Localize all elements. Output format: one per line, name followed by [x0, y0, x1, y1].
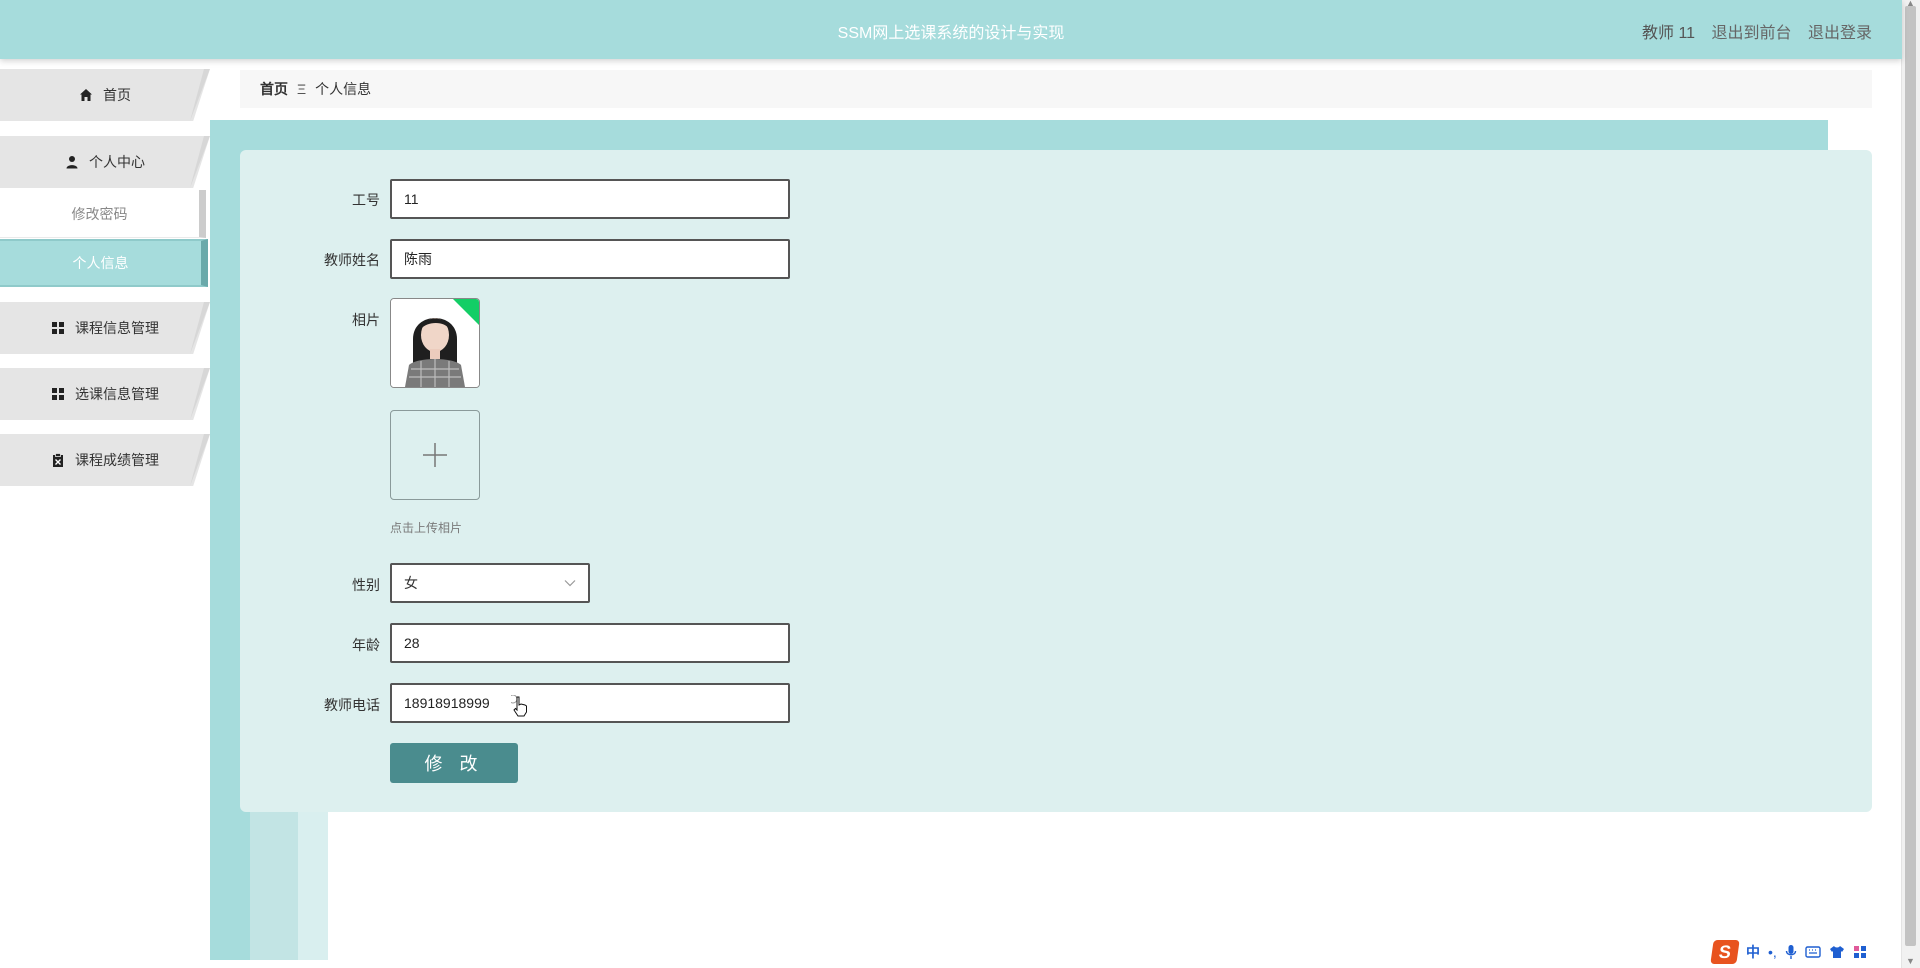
- age-field[interactable]: 28: [390, 623, 790, 663]
- phone-label: 教师电话: [324, 697, 380, 713]
- keyboard-icon[interactable]: [1805, 945, 1821, 959]
- sidebar-item-selection-management[interactable]: 选课信息管理: [0, 368, 210, 420]
- breadcrumb-separator: Ξ: [297, 81, 307, 97]
- chevron-down-icon: [564, 580, 576, 587]
- sidebar: 首页 个人中心 修改密码 个人信息 课程信息管理 选课信息管理 课程成绩管理: [0, 59, 210, 968]
- sidebar-item-change-password[interactable]: 修改密码: [0, 190, 206, 238]
- sidebar-item-personal-info[interactable]: 个人信息: [0, 239, 208, 287]
- sidebar-item-label: 首页: [103, 87, 131, 103]
- microphone-icon[interactable]: [1785, 944, 1797, 960]
- logout-link[interactable]: 退出登录: [1808, 25, 1872, 42]
- sidebar-item-label: 修改密码: [71, 205, 128, 222]
- sidebar-item-course-management[interactable]: 课程信息管理: [0, 302, 210, 354]
- grid-icon: [51, 321, 65, 335]
- clipboard-icon: [51, 453, 65, 467]
- sidebar-item-home[interactable]: 首页: [0, 69, 210, 121]
- ime-toolbar: S 中 •,: [1710, 940, 1867, 964]
- content-decor-column: [250, 812, 298, 960]
- sogou-logo-icon[interactable]: S: [1710, 940, 1740, 964]
- sidebar-item-label: 个人信息: [72, 255, 129, 271]
- sidebar-item-grade-management[interactable]: 课程成绩管理: [0, 434, 210, 486]
- name-field[interactable]: 陈雨: [390, 239, 790, 279]
- id-label: 工号: [352, 192, 380, 208]
- id-field[interactable]: 11: [390, 179, 790, 219]
- content-decor-column: [298, 812, 328, 960]
- ime-mode-indicator[interactable]: 中: [1746, 942, 1760, 962]
- name-label: 教师姓名: [324, 252, 380, 268]
- age-label: 年龄: [352, 637, 380, 653]
- header-actions: 教师 11 退出到前台 退出登录: [1630, 19, 1872, 43]
- breadcrumb-home[interactable]: 首页: [260, 79, 288, 99]
- system-title: SSM网上选课系统的设计与实现: [837, 25, 1065, 42]
- upload-photo-button[interactable]: [390, 410, 480, 500]
- teacher-photo[interactable]: [390, 298, 480, 388]
- skin-shirt-icon[interactable]: [1829, 945, 1845, 959]
- sidebar-item-label: 选课信息管理: [75, 386, 159, 402]
- upload-success-badge: [452, 299, 479, 326]
- phone-field[interactable]: 18918918999: [390, 683, 790, 723]
- sidebar-item-label: 课程信息管理: [75, 320, 159, 336]
- gender-value: 女: [404, 575, 418, 591]
- home-icon: [79, 88, 93, 102]
- ime-punctuation[interactable]: •,: [1768, 944, 1777, 960]
- submit-button[interactable]: 修 改: [390, 743, 518, 783]
- vertical-scrollbar[interactable]: ▲ ▼: [1901, 0, 1920, 968]
- user-icon: [65, 155, 79, 169]
- current-user: 教师 11: [1642, 25, 1696, 42]
- back-to-front-link[interactable]: 退出到前台: [1712, 25, 1792, 42]
- content-decor-stripe: [210, 120, 1828, 150]
- breadcrumb-current: 个人信息: [315, 81, 372, 97]
- photo-label: 相片: [352, 312, 380, 328]
- personal-info-form: 工号 11 教师姓名 陈雨 相片 点击上传相片 性别 女 年龄 28 教师电话 …: [240, 150, 1872, 812]
- gender-label: 性别: [352, 577, 380, 593]
- grid-icon: [51, 387, 65, 401]
- breadcrumb: 首页 Ξ 个人信息: [240, 70, 1872, 108]
- plus-icon: [423, 443, 447, 467]
- scroll-down-icon[interactable]: ▼: [1906, 956, 1915, 966]
- sidebar-item-personal-center[interactable]: 个人中心: [0, 136, 210, 188]
- sidebar-item-label: 个人中心: [89, 154, 145, 170]
- toolbox-grid-icon[interactable]: [1853, 945, 1867, 959]
- top-header: SSM网上选课系统的设计与实现 教师 11 退出到前台 退出登录: [0, 0, 1902, 59]
- scrollbar-thumb[interactable]: [1905, 6, 1916, 946]
- sidebar-item-label: 课程成绩管理: [75, 452, 159, 468]
- hand-cursor-icon: [508, 694, 529, 722]
- gender-select[interactable]: 女: [390, 563, 590, 603]
- upload-hint: 点击上传相片: [390, 521, 463, 535]
